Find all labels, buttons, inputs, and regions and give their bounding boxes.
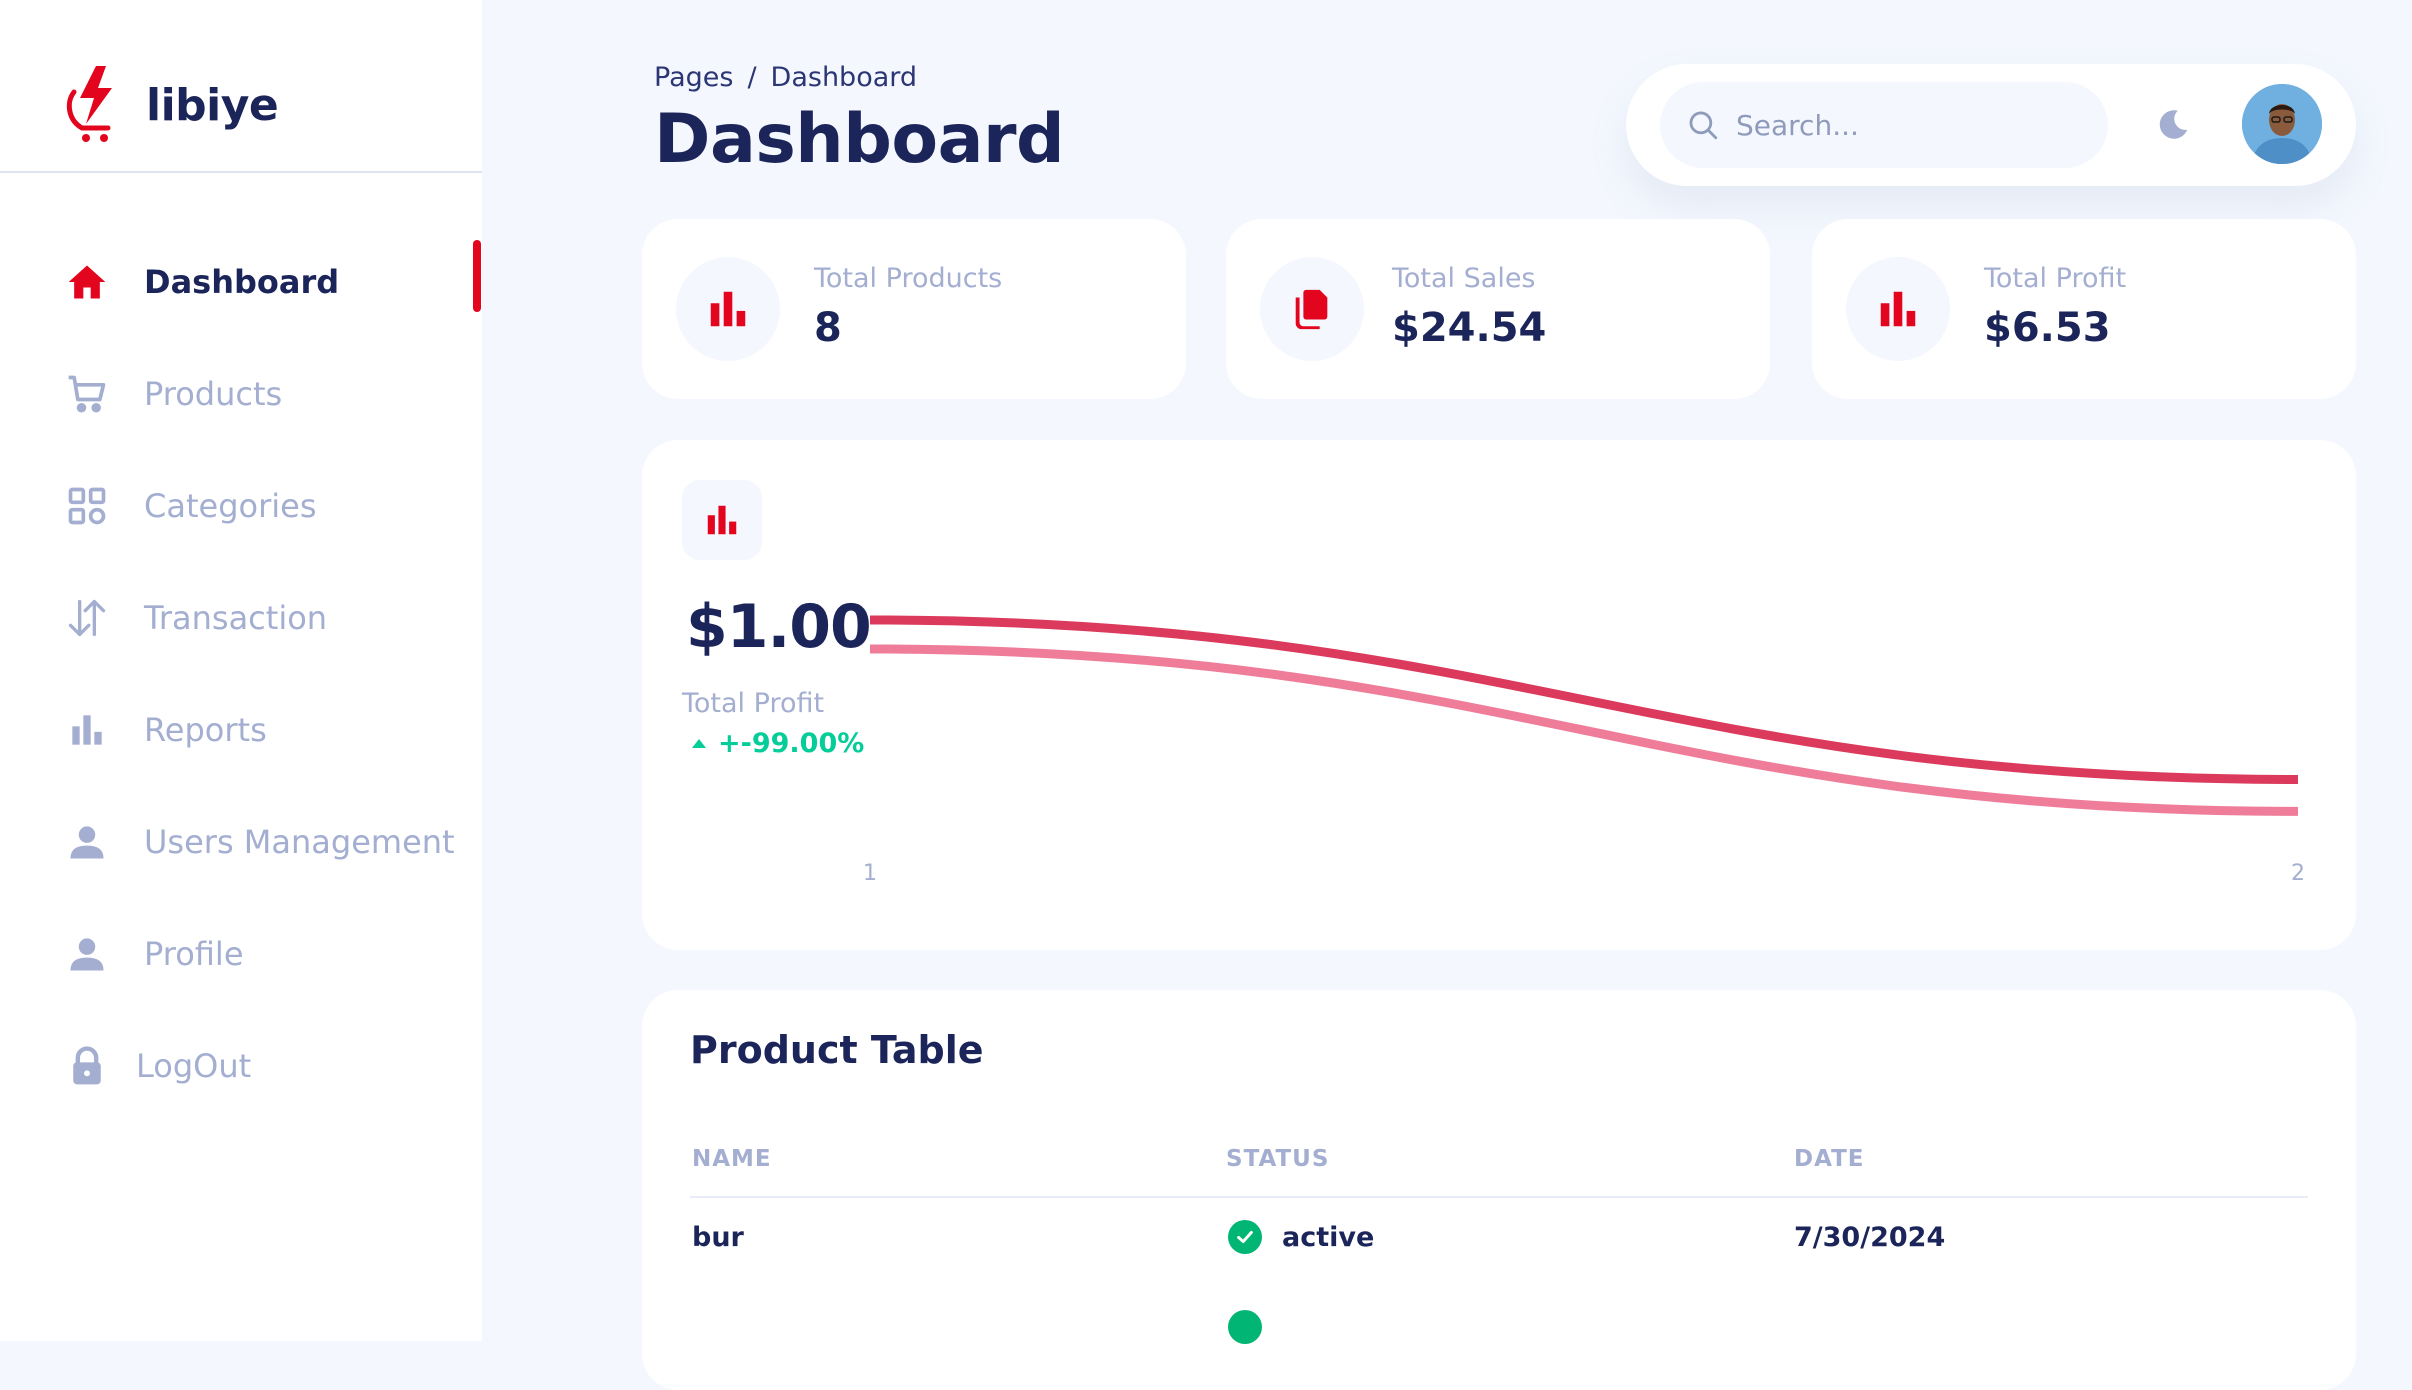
chart-total-value: $1.00	[686, 592, 872, 662]
sidebar-item-profile[interactable]: Profile	[64, 924, 244, 984]
grid-icon	[64, 483, 110, 529]
chart-change-value: +-99.00%	[718, 728, 865, 759]
column-header-status[interactable]: STATUS	[1226, 1146, 1329, 1172]
breadcrumb: Pages / Dashboard	[654, 62, 917, 93]
sidebar-item-dashboard[interactable]: Dashboard	[64, 252, 339, 312]
sidebar: libiye Dashboard Products Categories Tra…	[0, 0, 482, 1341]
sidebar-item-categories[interactable]: Categories	[64, 476, 316, 536]
x-axis-tick-label: 2	[2291, 861, 2305, 886]
table-title: Product Table	[690, 1028, 984, 1072]
breadcrumb-current: Dashboard	[770, 62, 918, 93]
check-circle-icon	[1228, 1310, 1262, 1344]
lock-icon	[64, 1043, 110, 1089]
bar-chart-icon	[707, 505, 737, 535]
cell-date: 7/30/2024	[1794, 1221, 1946, 1253]
x-axis-tick-label: 1	[863, 861, 877, 886]
person-icon	[64, 931, 110, 977]
stat-value: 8	[814, 305, 842, 351]
chart-change: +-99.00%	[692, 728, 864, 759]
column-header-name[interactable]: NAME	[692, 1146, 772, 1172]
search-box[interactable]	[1660, 82, 2108, 168]
chart-series-line-1	[869, 615, 2299, 784]
search-icon	[1689, 111, 1718, 140]
sidebar-item-label: Reports	[144, 711, 267, 749]
moon-icon[interactable]	[2154, 106, 2192, 144]
sidebar-item-logout[interactable]: LogOut	[64, 1036, 251, 1096]
profit-line-chart: 12	[863, 615, 2305, 886]
sidebar-item-users-management[interactable]: Users Management	[64, 812, 455, 872]
breadcrumb-separator: /	[747, 62, 757, 93]
lightning-cart-logo-icon	[66, 66, 112, 142]
status-text: active	[1282, 1221, 1375, 1253]
table-row[interactable]: bur active 7/30/2024	[642, 1206, 2356, 1296]
sidebar-item-products[interactable]: Products	[64, 364, 282, 424]
brand[interactable]: libiye	[58, 62, 279, 148]
table-header-divider	[690, 1196, 2308, 1198]
stat-label: Total Products	[814, 263, 1003, 294]
stat-value: $24.54	[1392, 305, 1547, 351]
arrows-updown-icon	[64, 595, 110, 641]
cart-icon	[64, 371, 110, 417]
brand-name: libiye	[146, 79, 279, 131]
top-bar	[1626, 64, 2356, 186]
avatar[interactable]	[2242, 84, 2322, 164]
sidebar-divider	[0, 171, 482, 173]
cell-name: bur	[692, 1221, 744, 1253]
stat-label: Total Sales	[1392, 263, 1536, 294]
page-title: Dashboard	[654, 100, 1065, 179]
stat-card-total-products: Total Products 8	[642, 219, 1186, 399]
home-icon	[64, 259, 110, 305]
check-circle-icon	[1228, 1220, 1262, 1254]
column-header-date[interactable]: DATE	[1794, 1146, 1865, 1172]
sidebar-item-label: Categories	[144, 487, 317, 525]
chart-total-label: Total Profit	[682, 688, 825, 719]
bar-chart-icon	[1846, 257, 1950, 361]
bar-chart-icon	[676, 257, 780, 361]
table-row[interactable]	[642, 1296, 2356, 1386]
bar-chart-icon	[64, 707, 110, 753]
stat-value: $6.53	[1984, 305, 2111, 351]
sidebar-item-label: Products	[144, 375, 283, 413]
stat-card-total-sales: Total Sales $24.54	[1226, 219, 1770, 399]
person-icon	[64, 819, 110, 865]
cell-status	[1228, 1296, 1282, 1358]
triangle-up-icon	[692, 739, 706, 748]
active-indicator	[473, 240, 481, 312]
sidebar-item-transaction[interactable]: Transaction	[64, 588, 327, 648]
sidebar-item-label: LogOut	[136, 1047, 252, 1085]
stat-label: Total Profit	[1984, 263, 2127, 294]
sidebar-item-label: Users Management	[144, 823, 455, 861]
cell-status: active	[1228, 1206, 1374, 1268]
sidebar-item-label: Transaction	[144, 599, 328, 637]
chart-series-line-2	[869, 644, 2299, 816]
sidebar-item-label: Profile	[144, 935, 244, 973]
sidebar-item-label: Dashboard	[144, 263, 340, 301]
documents-icon	[1260, 257, 1364, 361]
product-table-card: Product Table NAME STATUS DATE bur activ…	[642, 990, 2356, 1390]
breadcrumb-root[interactable]: Pages	[654, 62, 733, 93]
stat-card-total-profit: Total Profit $6.53	[1812, 219, 2356, 399]
profit-chart-card: 12 $1.00 Total Profit +-99.00%	[642, 440, 2356, 950]
search-input[interactable]	[1734, 107, 2098, 143]
chart-menu-button[interactable]	[682, 480, 762, 560]
sidebar-item-reports[interactable]: Reports	[64, 700, 267, 760]
